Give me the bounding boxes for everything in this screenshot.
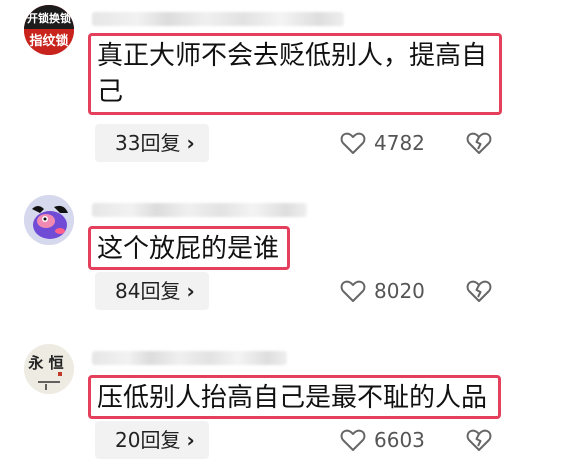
- replies-button[interactable]: 20回复 ›: [95, 421, 209, 459]
- like-button[interactable]: 6603: [340, 421, 425, 459]
- heart-icon: [340, 429, 366, 451]
- comment-text: 压低别人抬高自己是最不耻的人品: [88, 375, 501, 419]
- avatar-text: 永 恒: [27, 354, 63, 372]
- like-count: 6603: [374, 428, 425, 452]
- avatar[interactable]: 永 恒: [24, 344, 74, 394]
- dislike-button[interactable]: [466, 427, 492, 453]
- calligraphy-avatar-icon: 永 恒: [24, 344, 74, 394]
- broken-heart-icon: [466, 429, 492, 451]
- username-blurred[interactable]: [92, 351, 287, 365]
- comment-item: 永 恒 压低别人抬高自己是最不耻的人品 20回复 › 6603: [0, 0, 562, 473]
- replies-label: 20回复: [115, 428, 181, 452]
- chevron-right-icon: ›: [186, 428, 195, 452]
